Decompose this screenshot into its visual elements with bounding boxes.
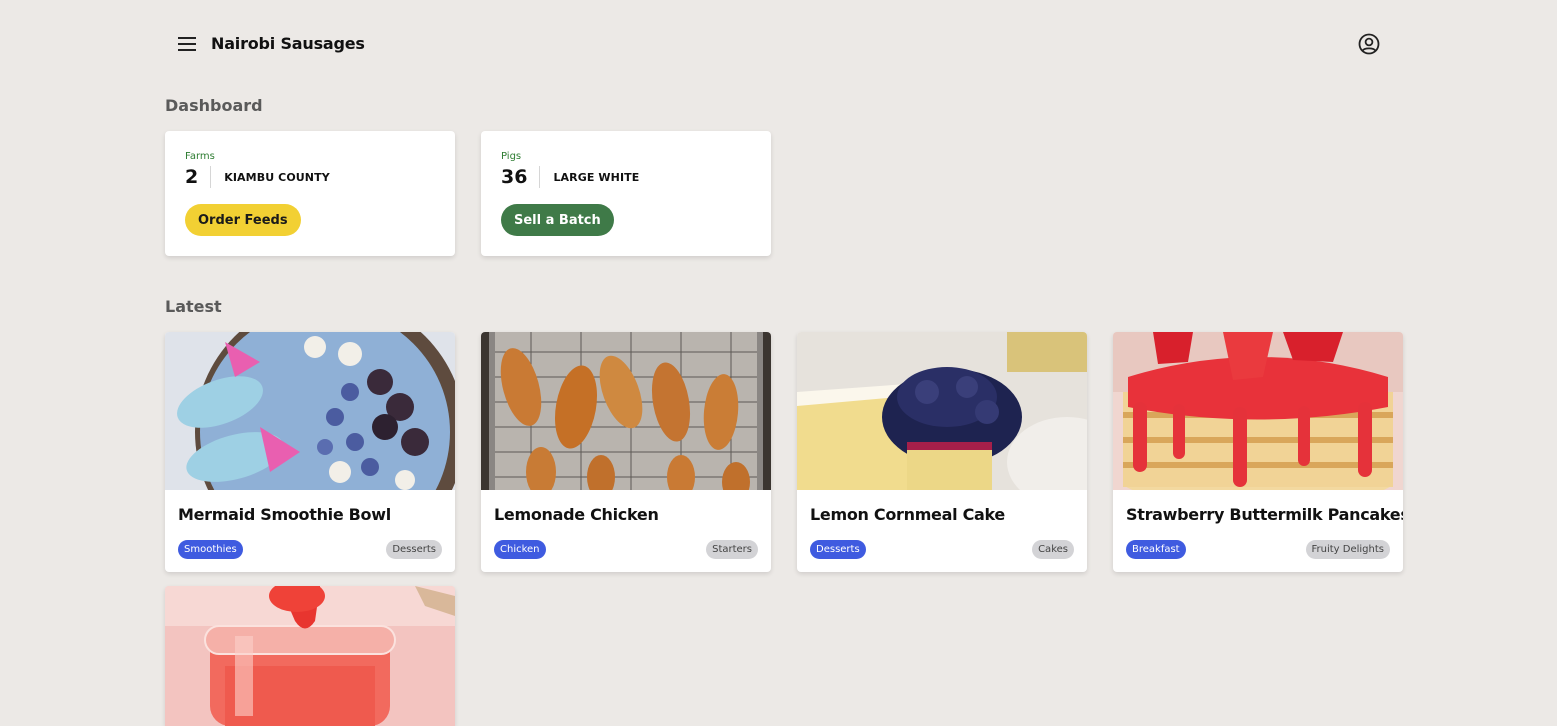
- recipe-image: [481, 332, 771, 490]
- recipe-card-strawberry-jar[interactable]: [165, 586, 455, 726]
- recipe-category-tag[interactable]: Smoothies: [178, 540, 243, 559]
- farms-card: Farms 2 KIAMBU COUNTY Order Feeds: [165, 131, 455, 256]
- recipe-title: Mermaid Smoothie Bowl: [178, 505, 391, 524]
- recipe-category-tag[interactable]: Desserts: [810, 540, 866, 559]
- account-icon[interactable]: [1357, 32, 1381, 56]
- recipe-title: Strawberry Buttermilk Pancakes: [1126, 505, 1403, 524]
- recipe-image: [165, 332, 455, 490]
- farms-stat-row: 2 KIAMBU COUNTY: [185, 166, 330, 188]
- recipe-course-tag[interactable]: Cakes: [1032, 540, 1074, 559]
- recipe-image: [165, 586, 455, 726]
- recipe-title: Lemonade Chicken: [494, 505, 659, 524]
- recipe-category-tag[interactable]: Breakfast: [1126, 540, 1186, 559]
- recipe-title: Lemon Cornmeal Cake: [810, 505, 1005, 524]
- recipe-course-tag[interactable]: Starters: [706, 540, 758, 559]
- recipe-card-lemonade-chicken[interactable]: Lemonade Chicken Chicken Starters: [481, 332, 771, 572]
- dashboard-heading: Dashboard: [165, 96, 263, 115]
- pigs-stat-row: 36 LARGE WHITE: [501, 166, 639, 188]
- pigs-breed: LARGE WHITE: [553, 170, 640, 184]
- latest-heading: Latest: [165, 297, 222, 316]
- pigs-label: Pigs: [501, 151, 522, 162]
- recipe-card-strawberry-buttermilk-pancakes[interactable]: Strawberry Buttermilk Pancakes Breakfast…: [1113, 332, 1403, 572]
- sell-batch-button[interactable]: Sell a Batch: [501, 204, 614, 236]
- top-app-bar: Nairobi Sausages: [165, 26, 1385, 62]
- farms-label: Farms: [185, 151, 215, 162]
- pigs-count: 36: [501, 166, 541, 188]
- recipe-card-mermaid-smoothie-bowl[interactable]: Mermaid Smoothie Bowl Smoothies Desserts: [165, 332, 455, 572]
- pigs-card: Pigs 36 LARGE WHITE Sell a Batch: [481, 131, 771, 256]
- recipe-card-lemon-cornmeal-cake[interactable]: Lemon Cornmeal Cake Desserts Cakes: [797, 332, 1087, 572]
- recipe-course-tag[interactable]: Fruity Delights: [1305, 540, 1390, 559]
- farms-count: 2: [185, 166, 212, 188]
- recipe-course-tag[interactable]: Desserts: [386, 540, 442, 559]
- recipe-image: [1113, 332, 1403, 490]
- farms-location: KIAMBU COUNTY: [224, 170, 330, 184]
- recipe-category-tag[interactable]: Chicken: [494, 540, 546, 559]
- order-feeds-button[interactable]: Order Feeds: [185, 204, 301, 236]
- menu-icon[interactable]: [175, 33, 199, 55]
- app-title: Nairobi Sausages: [211, 34, 365, 53]
- recipe-image: [797, 332, 1087, 490]
